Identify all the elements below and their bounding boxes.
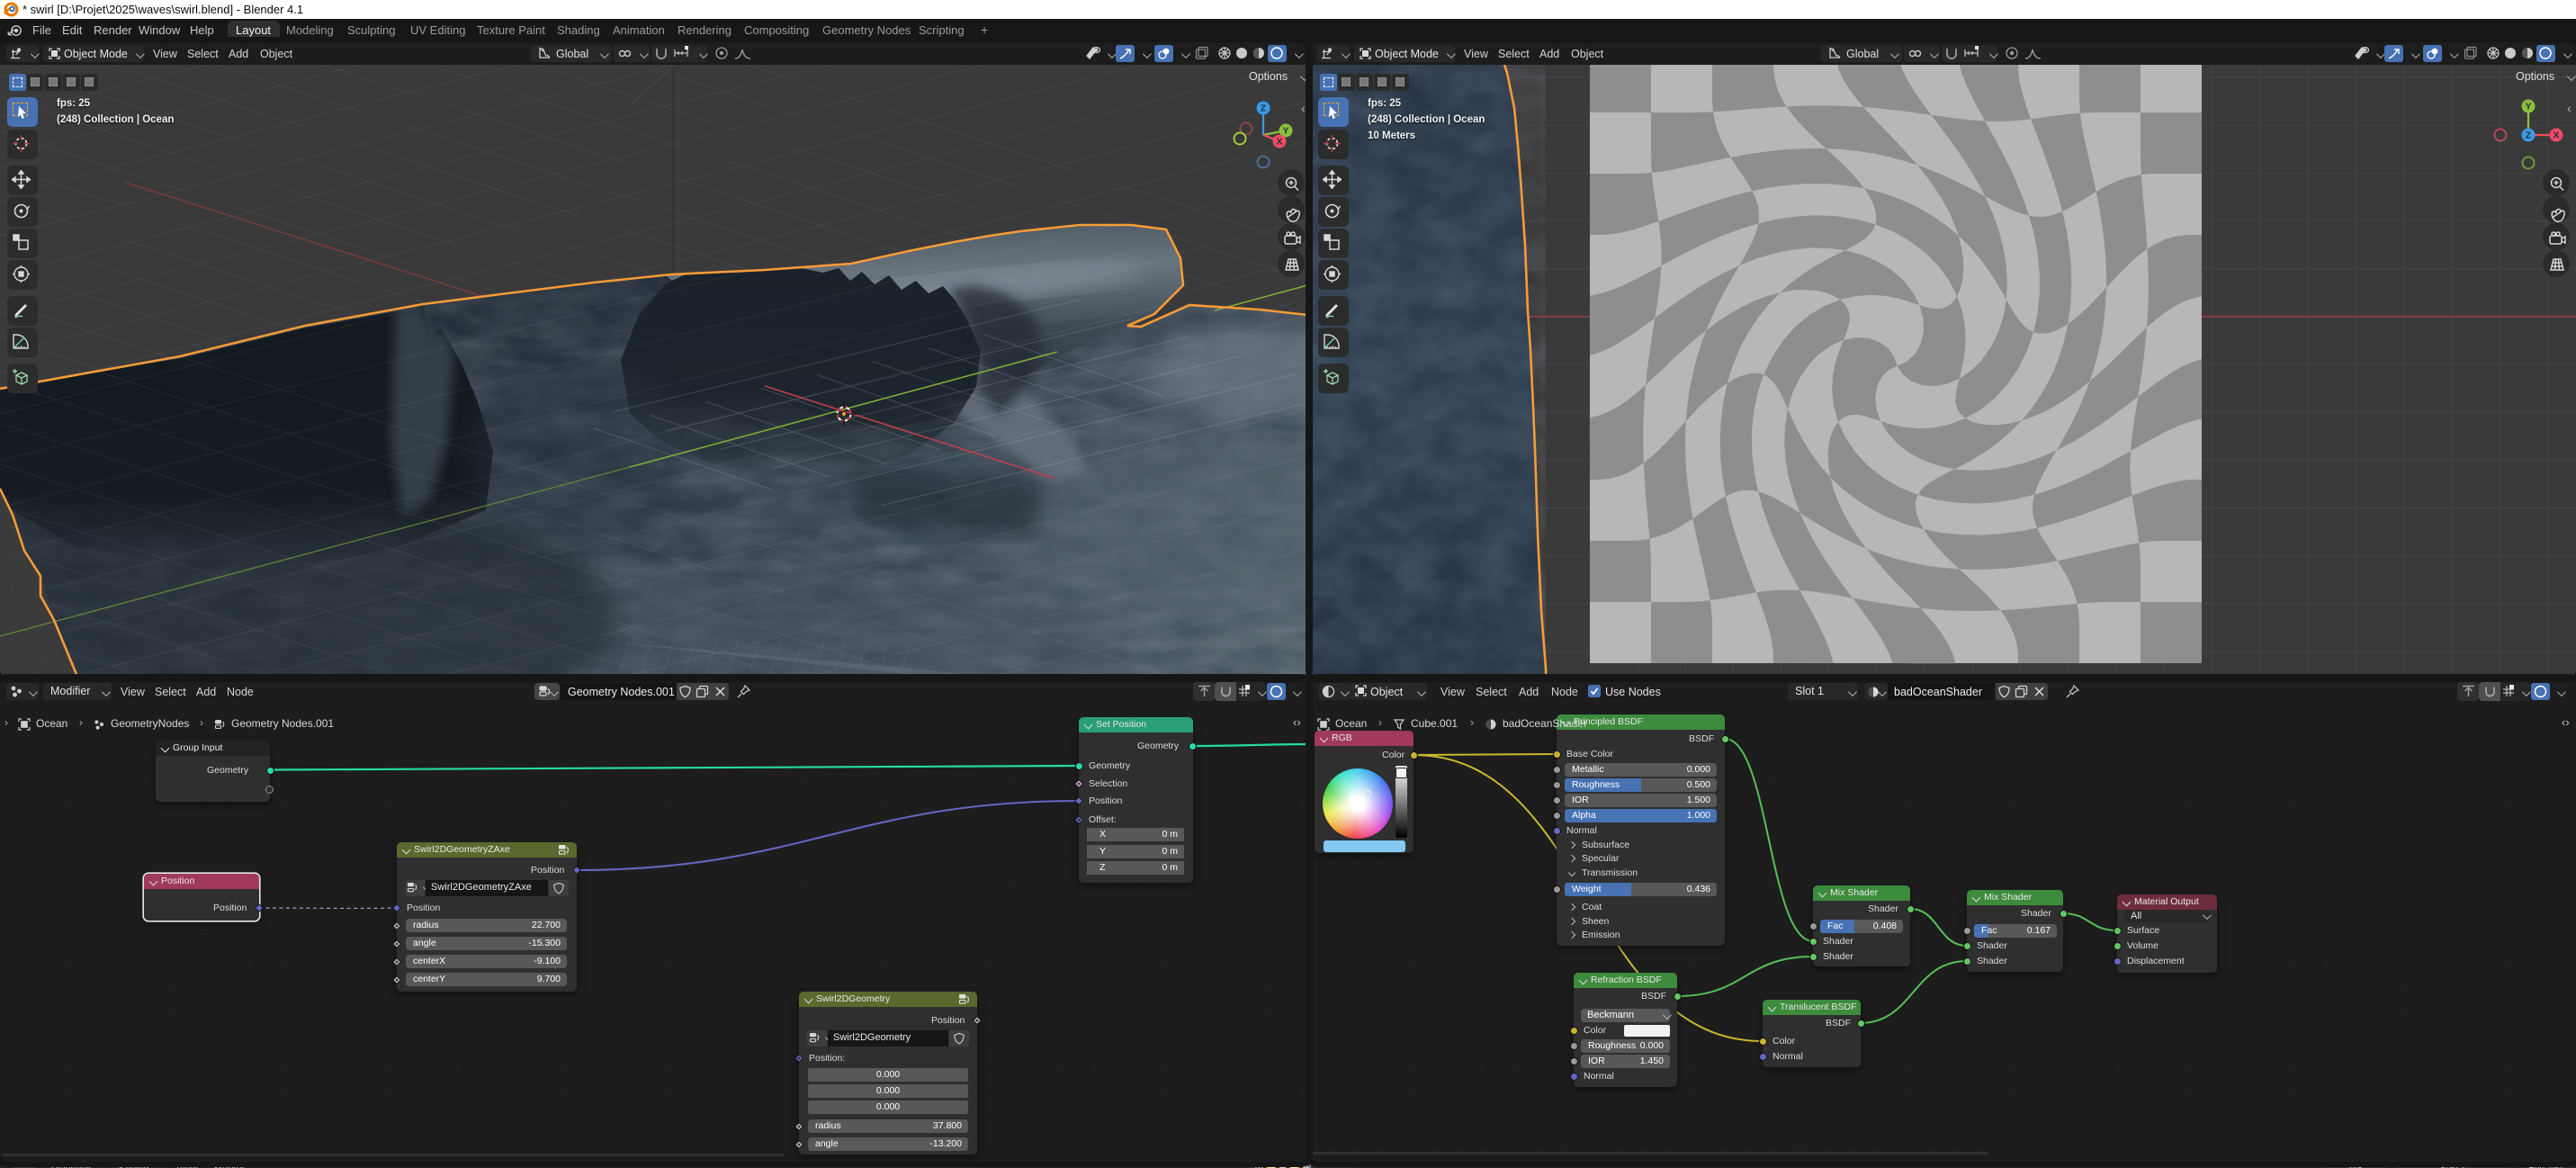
svg-text:Z: Z: [2526, 130, 2532, 141]
svg-text:Y: Y: [2525, 102, 2531, 112]
svg-text:X: X: [2553, 130, 2559, 141]
svg-text:Z: Z: [1261, 103, 1267, 114]
svg-text:Y: Y: [1282, 126, 1288, 137]
svg-text:X: X: [1276, 137, 1282, 148]
